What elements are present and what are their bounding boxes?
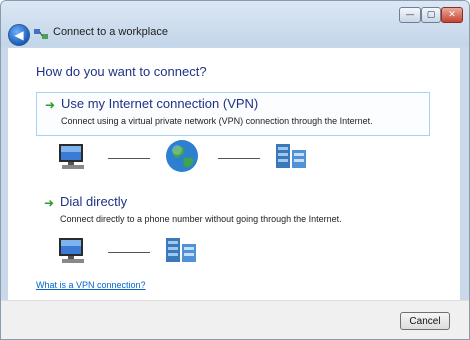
- window-title: Connect to a workplace: [53, 26, 168, 38]
- maximize-button[interactable]: ▢: [421, 7, 441, 23]
- minimize-button[interactable]: —: [399, 7, 421, 23]
- option-vpn-description: Connect using a virtual private network …: [61, 116, 373, 126]
- connection-line: [108, 252, 150, 253]
- vpn-help-link[interactable]: What is a VPN connection?: [36, 280, 146, 290]
- option-vpn-title: Use my Internet connection (VPN): [61, 96, 259, 111]
- connect-workplace-window: ◀ Connect to a workplace — ▢ ✕ How do yo…: [0, 0, 470, 340]
- option-dial[interactable]: ➜ Dial directly Connect directly to a ph…: [36, 191, 428, 233]
- server-icon: [276, 144, 306, 168]
- dial-diagram: [8, 234, 460, 274]
- cancel-button[interactable]: Cancel: [400, 312, 450, 330]
- option-vpn[interactable]: ➜ Use my Internet connection (VPN) Conne…: [36, 92, 430, 136]
- content-area: How do you want to connect? ➜ Use my Int…: [8, 48, 460, 300]
- page-heading: How do you want to connect?: [36, 64, 207, 79]
- server-icon: [166, 238, 196, 262]
- vpn-diagram: [8, 138, 460, 178]
- network-icon: [34, 29, 48, 39]
- back-arrow-icon: ◀: [14, 28, 24, 42]
- globe-icon: [166, 140, 198, 172]
- green-arrow-icon: ➜: [45, 98, 56, 112]
- back-button[interactable]: ◀: [8, 24, 30, 46]
- footer: Cancel: [1, 300, 469, 339]
- computer-icon: [59, 144, 84, 169]
- green-arrow-icon: ➜: [44, 196, 55, 210]
- close-button[interactable]: ✕: [441, 7, 463, 23]
- computer-icon: [59, 238, 84, 263]
- option-dial-title: Dial directly: [60, 194, 128, 209]
- connection-line: [218, 158, 260, 159]
- title-bar: ◀ Connect to a workplace — ▢ ✕: [1, 1, 469, 47]
- option-dial-description: Connect directly to a phone number witho…: [60, 214, 342, 224]
- connection-line: [108, 158, 150, 159]
